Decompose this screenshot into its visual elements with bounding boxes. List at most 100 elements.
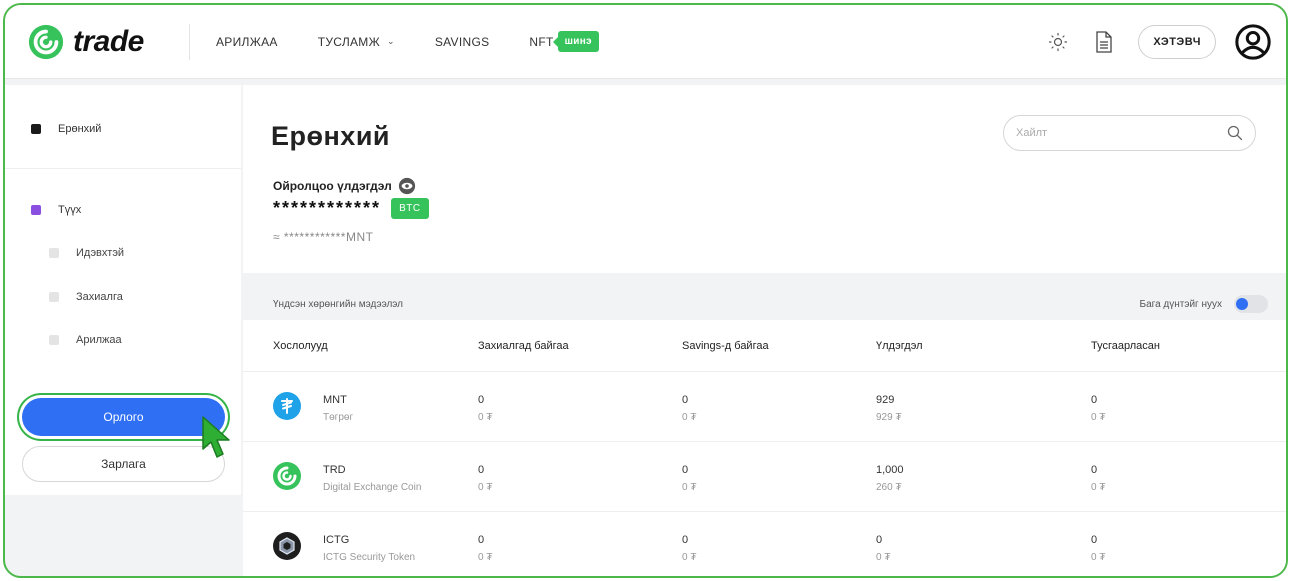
in-savings-value: 0 [682, 534, 689, 546]
sidebar-general-section: Ерөнхий [5, 85, 241, 169]
tugrik-coin-icon [273, 392, 301, 420]
logo-text: trade [73, 24, 144, 58]
assets-table: Хослолууд Захиалгад байгаа Savings-д бай… [243, 320, 1286, 576]
nav-help[interactable]: ТУСЛАМЖ ⌄ [318, 35, 395, 49]
theme-toggle[interactable] [1046, 30, 1070, 54]
in-orders-value: 0 [478, 394, 485, 406]
bullet-icon [49, 335, 59, 345]
wallet-button[interactable]: ХЭТЭВЧ [1138, 24, 1216, 59]
chevron-down-icon: ⌄ [386, 36, 395, 46]
withdraw-button[interactable]: Зарлага [22, 446, 225, 482]
table-row[interactable]: MNT Төгрөг 0 0 ₮ 0 0 ₮ 929 929 ₮ 0 0 ₮ [243, 372, 1286, 442]
trade-logo-icon [28, 24, 64, 59]
bullet-icon [49, 248, 59, 258]
currency-badge[interactable]: BTC [391, 198, 429, 219]
nav-nft[interactable]: NFT шинэ [529, 31, 599, 52]
sidebar-item-history[interactable]: Түүх [31, 204, 81, 216]
coin-code: MNT [323, 394, 347, 406]
balance-value: 1,000 [876, 464, 904, 476]
table-row[interactable]: TRD Digital Exchange Coin 0 0 ₮ 0 0 ₮ 1,… [243, 442, 1286, 512]
toggle-knob [1236, 298, 1248, 310]
reserved-mnt: 0 ₮ [1091, 412, 1106, 423]
search-input[interactable] [1016, 127, 1227, 139]
reserved-value: 0 [1091, 534, 1098, 546]
table-header: Хослолууд Захиалгад байгаа Savings-д бай… [243, 320, 1286, 372]
column-header-in-savings[interactable]: Savings-д байгаа [682, 340, 769, 352]
main-nav: АРИЛЖАА ТУСЛАМЖ ⌄ SAVINGS NFT шинэ [216, 31, 639, 52]
coin-name: Төгрөг [323, 412, 354, 423]
hide-small-toggle[interactable] [1234, 295, 1268, 313]
balance-mnt: 260 ₮ [876, 482, 902, 493]
sidebar-item-orders[interactable]: Захиалга [49, 291, 123, 303]
balance-approx: ≈ ************MNT [273, 230, 374, 244]
balance-masked: ************ [273, 198, 382, 218]
sidebar-item-active[interactable]: Идэвхтэй [49, 247, 124, 259]
in-orders-mnt: 0 ₮ [478, 482, 493, 493]
hide-small-balances: Бага дүнтэйг нуух [1140, 295, 1268, 313]
in-savings-value: 0 [682, 394, 689, 406]
sidebar-item-label: Арилжаа [76, 334, 122, 346]
search-box[interactable] [1003, 115, 1256, 151]
top-header: trade АРИЛЖАА ТУСЛАМЖ ⌄ SAVINGS NFT шинэ [5, 5, 1286, 79]
nav-help-label: ТУСЛАМЖ [317, 34, 380, 49]
sidebar-item-general[interactable]: Ерөнхий [31, 123, 101, 135]
table-row[interactable]: ICTG ICTG Security Token 0 0 ₮ 0 0 ₮ 0 0… [243, 512, 1286, 576]
bullet-icon [49, 292, 59, 302]
balance-mnt: 929 ₮ [876, 412, 902, 423]
nav-nft-label: NFT [529, 34, 554, 49]
hide-small-label: Бага дүнтэйг нуух [1139, 298, 1222, 310]
search-icon[interactable] [1227, 125, 1243, 141]
column-header-balance[interactable]: Үлдэгдэл [876, 340, 923, 352]
assets-info-title: Үндсэн хөрөнгийн мэдээлэл [273, 298, 404, 310]
new-badge: шинэ [557, 31, 599, 52]
history-dot-icon [31, 205, 41, 215]
in-orders-value: 0 [478, 534, 485, 546]
sidebar-item-label: Идэвхтэй [76, 247, 125, 259]
reserved-value: 0 [1091, 394, 1098, 406]
coin-name: Digital Exchange Coin [323, 482, 422, 493]
documents-button[interactable] [1092, 30, 1116, 54]
overview-panel: Ерөнхий Ойролцоо үлдэгдэл ************ B… [243, 85, 1286, 273]
column-header-reserved[interactable]: Тусгаарласан [1091, 340, 1160, 352]
reserved-value: 0 [1091, 464, 1098, 476]
in-orders-mnt: 0 ₮ [478, 412, 493, 423]
page-title: Ерөнхий [271, 121, 391, 151]
balance-label: Ойролцоо үлдэгдэл [273, 177, 416, 195]
in-savings-mnt: 0 ₮ [682, 482, 697, 493]
in-orders-value: 0 [478, 464, 485, 476]
sidebar-item-label: Түүх [58, 204, 82, 216]
trd-coin-icon [273, 462, 301, 490]
balance-label-text: Ойролцоо үлдэгдэл [273, 179, 392, 193]
coin-name: ICTG Security Token [323, 552, 416, 563]
logo[interactable]: trade [27, 23, 187, 61]
balance-value: 0 [876, 534, 883, 546]
ictg-coin-icon [273, 532, 301, 560]
user-profile-icon[interactable] [1234, 23, 1272, 61]
column-header-in-orders[interactable]: Захиалгад байгаа [478, 340, 569, 352]
app-frame: trade АРИЛЖАА ТУСЛАМЖ ⌄ SAVINGS NFT шинэ [3, 3, 1288, 578]
balance-mnt: 0 ₮ [876, 552, 891, 563]
column-header-pair[interactable]: Хослолууд [273, 340, 328, 352]
sidebar-item-trades[interactable]: Арилжаа [49, 334, 122, 346]
in-savings-value: 0 [682, 464, 689, 476]
nav-trade[interactable]: АРИЛЖАА [216, 35, 278, 49]
document-icon [1096, 30, 1112, 53]
sidebar-item-label: Ерөнхий [58, 123, 102, 135]
eye-icon[interactable] [398, 177, 416, 195]
sun-icon [1049, 32, 1068, 51]
in-savings-mnt: 0 ₮ [682, 552, 697, 563]
in-savings-mnt: 0 ₮ [682, 412, 697, 423]
active-dot-icon [31, 124, 41, 134]
sidebar-item-label: Захиалга [76, 291, 123, 303]
nav-savings[interactable]: SAVINGS [435, 35, 490, 49]
deposit-button[interactable]: Орлого [22, 398, 225, 436]
header-divider [189, 23, 190, 60]
mouse-pointer-icon [202, 416, 230, 458]
balance-value: 929 [876, 394, 895, 406]
header-actions: ХЭТЭВЧ [1046, 23, 1272, 61]
balance-value: ************ BTC [273, 198, 429, 219]
coin-code: TRD [323, 464, 346, 476]
in-orders-mnt: 0 ₮ [478, 552, 493, 563]
reserved-mnt: 0 ₮ [1091, 552, 1106, 563]
assets-info-bar: Үндсэн хөрөнгийн мэдээлэл Бага дүнтэйг н… [243, 288, 1286, 320]
